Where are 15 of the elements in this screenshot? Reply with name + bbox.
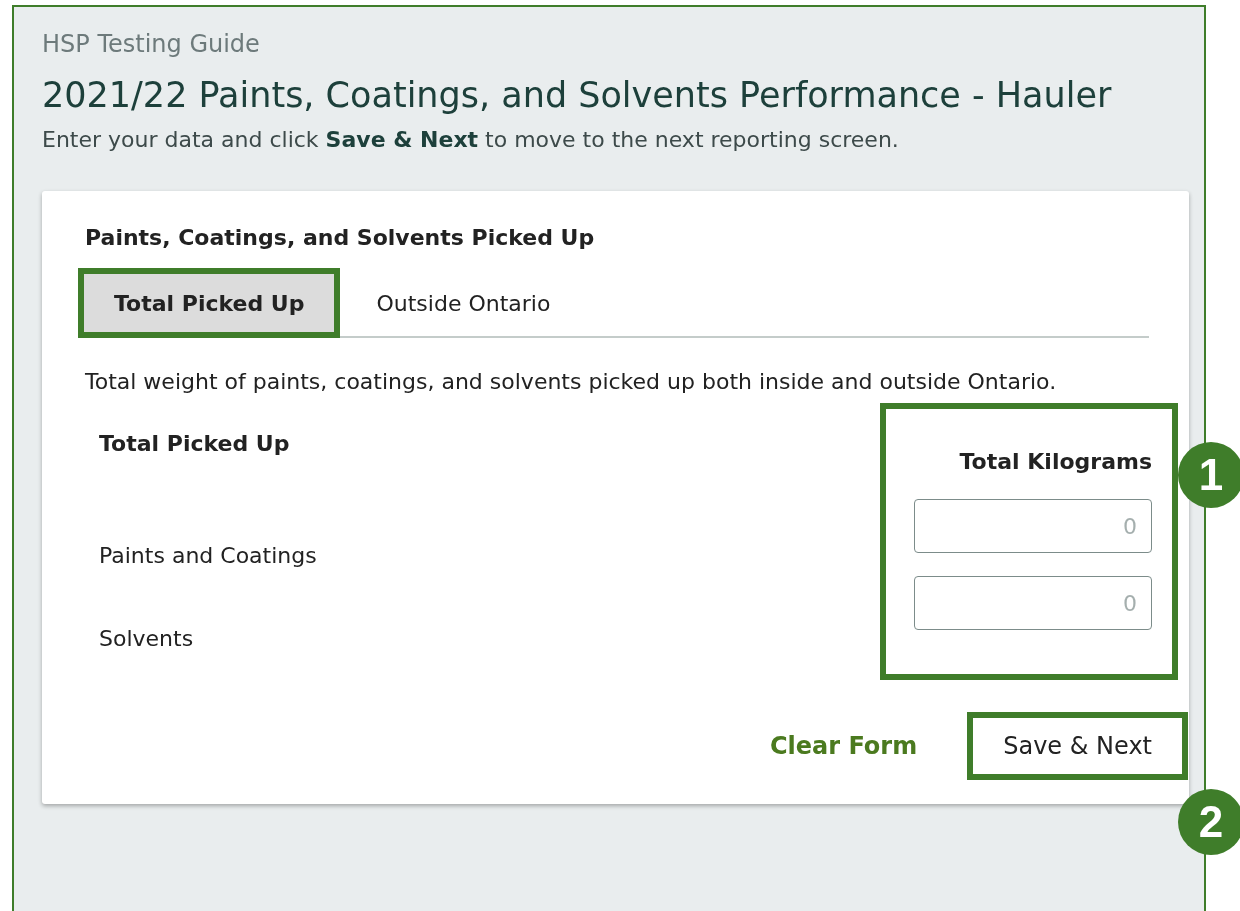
card-title: Paints, Coatings, and Solvents Picked Up — [85, 224, 596, 252]
row-label: Solvents — [99, 625, 195, 653]
column-header: Total Kilograms — [959, 449, 1152, 476]
row-label: Paints and Coatings — [99, 542, 317, 570]
breadcrumb: HSP Testing Guide — [42, 29, 261, 59]
kilograms-input[interactable]: 0 — [914, 576, 1152, 630]
description: Total weight of paints, coatings, and solvents picked up both inside and outside Ontario. — [85, 368, 1058, 396]
kilograms-input[interactable]: 0 — [914, 499, 1152, 553]
tab[interactable]: Outside Ontario — [340, 268, 587, 338]
page-title: 2021/22 Paints, Coatings, and Solvents Performance - Hauler — [42, 74, 1113, 117]
column-header: Total Picked Up — [99, 431, 291, 458]
instructions: Enter your data and click Save & Next to move to the next reporting screen. — [42, 126, 900, 154]
tab[interactable]: Total Picked Up — [78, 268, 341, 338]
clear-form-link[interactable]: Clear Form — [763, 718, 924, 774]
save-next-button[interactable]: Save & Next — [967, 712, 1188, 780]
